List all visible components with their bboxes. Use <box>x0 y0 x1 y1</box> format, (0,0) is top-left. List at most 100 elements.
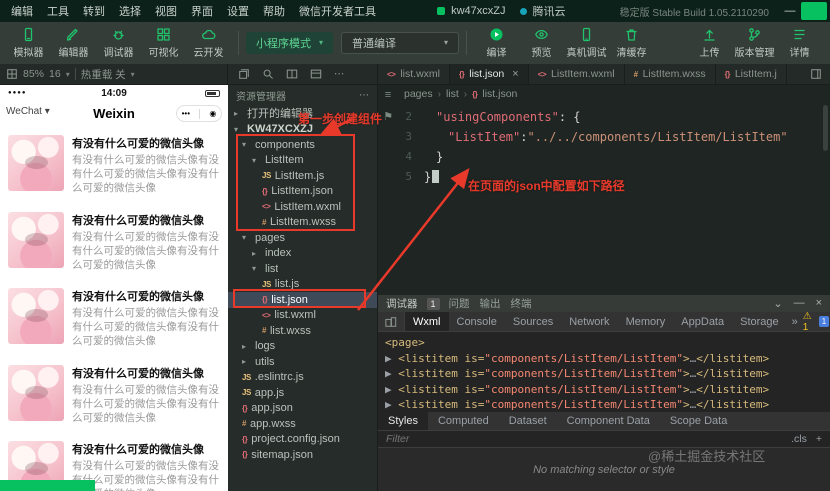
tree-file-project.config.json[interactable]: {} project.config.json <box>228 432 377 448</box>
collapse-icon[interactable]: ⌄ <box>773 297 782 310</box>
toolbar-preview-button[interactable]: 预览 <box>519 27 564 59</box>
close-icon[interactable]: × <box>816 297 822 310</box>
debugger-title[interactable]: 调试器 <box>386 296 418 311</box>
styles-tab-Computed[interactable]: Computed <box>428 412 499 430</box>
tree-folder-utils[interactable]: ▸ utils <box>228 354 377 370</box>
more-tabs-icon[interactable]: » <box>787 312 803 331</box>
error-badge[interactable]: 1 <box>818 316 830 327</box>
tree-folder-ListItem[interactable]: ▾ ListItem <box>228 153 377 169</box>
toolbar-device-debug-button[interactable]: 真机调试 <box>564 27 609 59</box>
toolbar-clear-cache-button[interactable]: 清缓存 <box>609 27 654 59</box>
tree-file-list.wxml[interactable]: <> list.wxml <box>228 308 377 324</box>
devtools-tab-Console[interactable]: Console <box>449 312 505 331</box>
devtools-tab-Network[interactable]: Network <box>561 312 617 331</box>
expand-arrow-icon[interactable]: ▶ <box>385 398 398 411</box>
tree-file-list.wxss[interactable]: # list.wxss <box>228 323 377 339</box>
debugger-link-问题[interactable]: 问题 <box>449 296 470 311</box>
devtools-tab-Wxml[interactable]: Wxml <box>405 312 449 331</box>
list-item[interactable]: 有没有什么可爱的微信头像有没有什么可爱的微信头像有没有什么可爱的微信头像有没有什… <box>0 204 228 281</box>
tree-folder-list[interactable]: ▾ list <box>228 261 377 277</box>
wxml-node[interactable]: ▶ <listitem is="components/ListItem/List… <box>385 351 823 367</box>
copy-icon[interactable] <box>238 68 250 80</box>
toolbar-editor-button[interactable]: 编辑器 <box>51 27 96 59</box>
tree-file-app.js[interactable]: JS app.js <box>228 385 377 401</box>
split-editor-icon[interactable] <box>802 64 830 84</box>
devtools-tab-Sources[interactable]: Sources <box>505 312 561 331</box>
list-item[interactable]: 有没有什么可爱的微信头像有没有什么可爱的微信头像有没有什么可爱的微信头像有没有什… <box>0 127 228 204</box>
menu-item-视图[interactable]: 视图 <box>148 3 184 19</box>
tab-list.json[interactable]: {} list.json × <box>450 64 529 84</box>
menu-item-界面[interactable]: 界面 <box>184 3 220 19</box>
debugger-link-输出[interactable]: 输出 <box>480 296 501 311</box>
add-style-button[interactable]: + <box>816 433 822 445</box>
menu-item-帮助[interactable]: 帮助 <box>256 3 292 19</box>
layout-icon[interactable] <box>310 68 322 80</box>
styles-tab-Dataset[interactable]: Dataset <box>499 412 557 430</box>
explorer-more-icon[interactable]: ⋯ <box>359 90 369 101</box>
chevron-down-icon[interactable]: ▾ <box>131 70 135 79</box>
minimize-button[interactable]: — <box>779 5 801 17</box>
tree-file-list.js[interactable]: JS list.js <box>228 277 377 293</box>
code-editor[interactable]: ≡ ⚑ pages › list › {} list.json 2 "usingCompon… <box>378 85 830 295</box>
tree-file-.eslintrc.js[interactable]: JS .eslintrc.js <box>228 370 377 386</box>
more-icon[interactable]: ⋯ <box>334 68 345 80</box>
breadcrumb-item[interactable]: list.json <box>482 88 517 100</box>
debugger-link-终端[interactable]: 终端 <box>511 296 532 311</box>
toolbar-debugger-button[interactable]: 调试器 <box>96 27 141 59</box>
menu-item-选择[interactable]: 选择 <box>112 3 148 19</box>
toolbar-version-button[interactable]: 版本管理 <box>732 27 777 59</box>
devtools-tab-Storage[interactable]: Storage <box>732 312 787 331</box>
expand-arrow-icon[interactable]: ▶ <box>385 367 398 380</box>
bookmark-icon[interactable]: ⚑ <box>383 110 393 123</box>
wxml-node[interactable]: ▶ <listitem is="components/ListItem/List… <box>385 382 823 398</box>
hot-reload-toggle[interactable]: 热重载 关 <box>81 67 126 82</box>
expand-arrow-icon[interactable]: ▶ <box>385 383 398 396</box>
menu-item-工具[interactable]: 工具 <box>40 3 76 19</box>
styles-tab-Component Data[interactable]: Component Data <box>557 412 660 430</box>
chevron-down-icon[interactable]: ▾ <box>66 70 70 79</box>
tree-file-app.json[interactable]: {} app.json <box>228 401 377 417</box>
tab-ListItem.wxml[interactable]: <> ListItem.wxml <box>529 64 625 84</box>
split-view-icon[interactable] <box>286 68 298 80</box>
devtools-tab-Memory[interactable]: Memory <box>618 312 674 331</box>
exit-circle-icon[interactable]: ◉ <box>209 109 216 118</box>
menu-item-微信开发者工具[interactable]: 微信开发者工具 <box>292 3 383 19</box>
toolbar-compile-button[interactable]: 编译 <box>474 27 519 59</box>
tree-file-ListItem.js[interactable]: JS ListItem.js <box>228 168 377 184</box>
tab-ListItem.j[interactable]: {} ListItem.j <box>716 64 787 84</box>
search-icon[interactable] <box>262 68 274 80</box>
tree-folder-logs[interactable]: ▸ logs <box>228 339 377 355</box>
mini-program-capsule[interactable]: ••• ◉ <box>176 105 222 122</box>
toolbar-visual-button[interactable]: 可视化 <box>141 27 186 59</box>
tree-file-app.wxss[interactable]: # app.wxss <box>228 416 377 432</box>
menu-item-编辑[interactable]: 编辑 <box>4 3 40 19</box>
tree-folder-pages[interactable]: ▾ pages <box>228 230 377 246</box>
menu-item-设置[interactable]: 设置 <box>220 3 256 19</box>
minimize-icon[interactable]: — <box>794 297 805 310</box>
toolbar-simulator-button[interactable]: 模拟器 <box>6 27 51 59</box>
tree-folder-index[interactable]: ▸ index <box>228 246 377 262</box>
cls-toggle[interactable]: .cls <box>791 433 807 445</box>
tree-file-ListItem.wxss[interactable]: # ListItem.wxss <box>228 215 377 231</box>
hamburger-icon[interactable]: ≡ <box>385 89 391 101</box>
project-root-row[interactable]: ▾ KW47XCXZJ <box>228 121 377 137</box>
wxml-root-node[interactable]: <page> <box>385 335 823 351</box>
menu-item-转到[interactable]: 转到 <box>76 3 112 19</box>
tab-ListItem.wxss[interactable]: # ListItem.wxss <box>625 64 716 84</box>
toolbar-upload-button[interactable]: 上传 <box>687 27 732 59</box>
tree-folder-components[interactable]: ▾ components <box>228 137 377 153</box>
styles-tab-Scope Data[interactable]: Scope Data <box>660 412 737 430</box>
close-icon[interactable]: × <box>512 68 518 80</box>
list-item[interactable]: 有没有什么可爱的微信头像有没有什么可爱的微信头像有没有什么可爱的微信头像有没有什… <box>0 357 228 434</box>
breadcrumb-item[interactable]: list <box>446 88 459 100</box>
wxml-node[interactable]: ▶ <listitem is="components/ListItem/List… <box>385 366 823 382</box>
list-item[interactable]: 有没有什么可爱的微信头像有没有什么可爱的微信头像有没有什么可爱的微信头像有没有什… <box>0 280 228 357</box>
device-toolbar-icon[interactable] <box>378 312 405 331</box>
wxml-node[interactable]: ▶ <listitem is="components/ListItem/List… <box>385 397 823 412</box>
devtools-tab-AppData[interactable]: AppData <box>673 312 732 331</box>
compile-mode-select[interactable]: 普通编译 ▾ <box>341 31 460 54</box>
tree-file-sitemap.json[interactable]: {} sitemap.json <box>228 447 377 463</box>
warning-badge[interactable]: ⚠ 1 <box>803 311 812 333</box>
toolbar-details-button[interactable]: 详情 <box>777 27 822 59</box>
more-dots-icon[interactable]: ••• <box>182 109 190 118</box>
